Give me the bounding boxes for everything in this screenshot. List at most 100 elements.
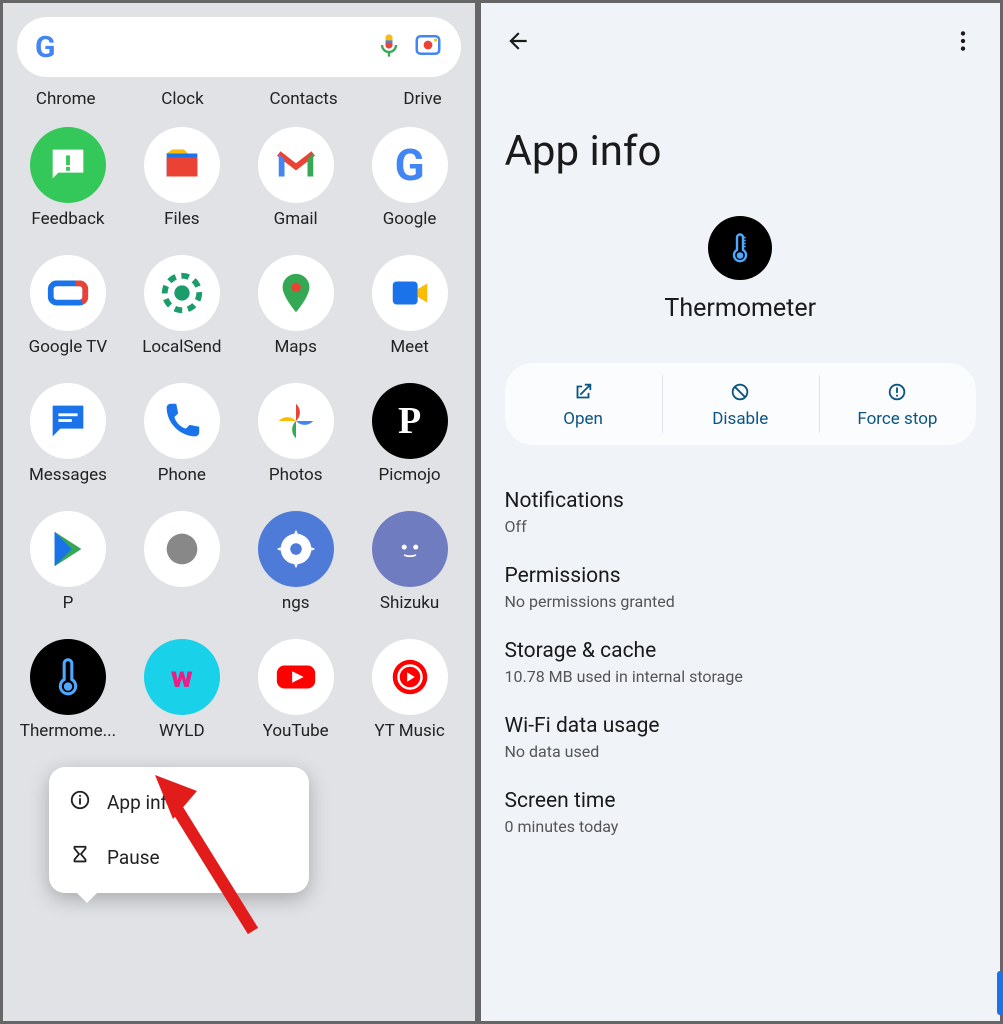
app-label: Thermome...	[20, 721, 116, 741]
app-label: Phone	[158, 465, 206, 485]
ytmusic-icon	[372, 639, 448, 715]
wyld-icon: w	[144, 639, 220, 715]
app-label: YT Music	[374, 721, 444, 741]
app-meet[interactable]: Meet	[353, 255, 467, 357]
app-maps[interactable]: Maps	[239, 255, 353, 357]
back-icon[interactable]	[505, 28, 531, 58]
list-item-wi-fi-data-usage[interactable]: Wi-Fi data usage No data used	[505, 700, 977, 775]
list-item-title: Screen time	[505, 789, 977, 813]
info-icon	[69, 789, 91, 816]
thermometer-app-icon	[708, 216, 772, 280]
app-grid: FeedbackFiles Gmail G Google Google TV LocalS…	[3, 127, 475, 741]
app-localsend[interactable]: LocalSend	[125, 255, 239, 357]
app-header: Thermometer	[505, 216, 977, 323]
app-label: Shizuku	[380, 593, 439, 613]
app-label: Photos	[269, 465, 323, 485]
app-label: Gmail	[274, 209, 318, 229]
app-feedback[interactable]: Feedback	[11, 127, 125, 229]
page-title: App info	[505, 127, 977, 176]
more-icon[interactable]	[950, 28, 976, 58]
app-label: LocalSend	[142, 337, 221, 357]
app-label[interactable]: Clock	[161, 89, 203, 109]
action-label: Open	[563, 409, 603, 429]
force-stop-button[interactable]: Force stop	[819, 363, 976, 445]
gmail-icon	[258, 127, 334, 203]
list-item-subtitle: No permissions granted	[505, 592, 977, 611]
play-icon	[30, 511, 106, 587]
app-label: Messages	[29, 465, 107, 485]
app-ngs[interactable]: ngs	[239, 511, 353, 613]
meet-icon	[372, 255, 448, 331]
phone-icon	[144, 383, 220, 459]
google-logo-icon: G	[35, 30, 55, 65]
app-name: Thermometer	[664, 294, 816, 323]
list-item-title: Storage & cache	[505, 639, 977, 663]
youtube-icon	[258, 639, 334, 715]
list-item-screen-time[interactable]: Screen time 0 minutes today	[505, 775, 977, 850]
app-label: YouTube	[263, 721, 329, 741]
list-item-subtitle: No data used	[505, 742, 977, 761]
app-label: Meet	[390, 337, 428, 357]
app-info-panel: App info Thermometer Open Disable Force …	[478, 0, 1003, 1024]
app-shizuku[interactable]: Shizuku	[353, 511, 467, 613]
app-label: Google	[383, 209, 437, 229]
app-google-tv[interactable]: Google TV	[11, 255, 125, 357]
localsend-icon	[144, 255, 220, 331]
files-icon	[144, 127, 220, 203]
shizuku-icon	[372, 511, 448, 587]
app-gmail[interactable]: Gmail	[239, 127, 353, 229]
app-files[interactable]: Files	[125, 127, 239, 229]
app-wyld[interactable]: w WYLD	[125, 639, 239, 741]
app-google[interactable]: G Google	[353, 127, 467, 229]
list-item-title: Wi-Fi data usage	[505, 714, 977, 738]
app-unknown[interactable]	[125, 511, 239, 613]
search-bar[interactable]: G	[17, 17, 461, 77]
open-button[interactable]: Open	[505, 363, 662, 445]
action-label: Disable	[712, 409, 768, 429]
app-photos[interactable]: Photos	[239, 383, 353, 485]
app-label: Maps	[274, 337, 316, 357]
unknown-icon	[144, 511, 220, 587]
longpress-popup: App info Pause	[49, 767, 309, 893]
app-youtube[interactable]: YouTube	[239, 639, 353, 741]
app-label: WYLD	[159, 721, 205, 741]
lens-icon[interactable]	[413, 30, 443, 64]
mic-icon[interactable]	[375, 31, 403, 63]
list-item-storage-cache[interactable]: Storage & cache10.78 MB used in internal…	[505, 625, 977, 700]
list-item-title: Notifications	[505, 489, 977, 513]
maps-icon	[258, 255, 334, 331]
list-item-subtitle: 0 minutes today	[505, 817, 977, 836]
app-label: Google TV	[29, 337, 108, 357]
app-thermome-[interactable]: Thermome...	[11, 639, 125, 741]
app-picmojo[interactable]: PPicmojo	[353, 383, 467, 485]
app-label[interactable]: Contacts	[269, 89, 337, 109]
disable-button[interactable]: Disable	[662, 363, 819, 445]
app-label: P	[63, 593, 74, 613]
settings-icon	[258, 511, 334, 587]
app-label[interactable]: Chrome	[36, 89, 96, 109]
googletv-icon	[30, 255, 106, 331]
popup-item-pause[interactable]: Pause	[49, 830, 309, 885]
action-row: Open Disable Force stop	[505, 363, 977, 445]
list-item-permissions[interactable]: PermissionsNo permissions granted	[505, 550, 977, 625]
list-item-notifications[interactable]: NotificationsOff	[505, 475, 977, 550]
scrollbar[interactable]	[997, 971, 1003, 1015]
google-icon: G	[372, 127, 448, 203]
popup-item-label: App info	[107, 791, 178, 814]
app-phone[interactable]: Phone	[125, 383, 239, 485]
photos-icon	[258, 383, 334, 459]
app-label[interactable]: Drive	[403, 89, 441, 109]
settings-list: NotificationsOffPermissionsNo permission…	[505, 475, 977, 850]
app-yt-music[interactable]: YT Music	[353, 639, 467, 741]
app-drawer-panel: G Chrome Clock Contacts Drive FeedbackFi…	[0, 0, 478, 1024]
picmojo-icon: P	[372, 383, 448, 459]
thermometer-icon	[30, 639, 106, 715]
app-row-labels-top: Chrome Clock Contacts Drive	[3, 89, 475, 109]
messages-icon	[30, 383, 106, 459]
app-messages[interactable]: Messages	[11, 383, 125, 485]
app-bar	[505, 19, 977, 67]
app-p[interactable]: P	[11, 511, 125, 613]
hourglass-icon	[69, 844, 91, 871]
popup-item-app-info[interactable]: App info	[49, 775, 309, 830]
feedback-icon	[30, 127, 106, 203]
